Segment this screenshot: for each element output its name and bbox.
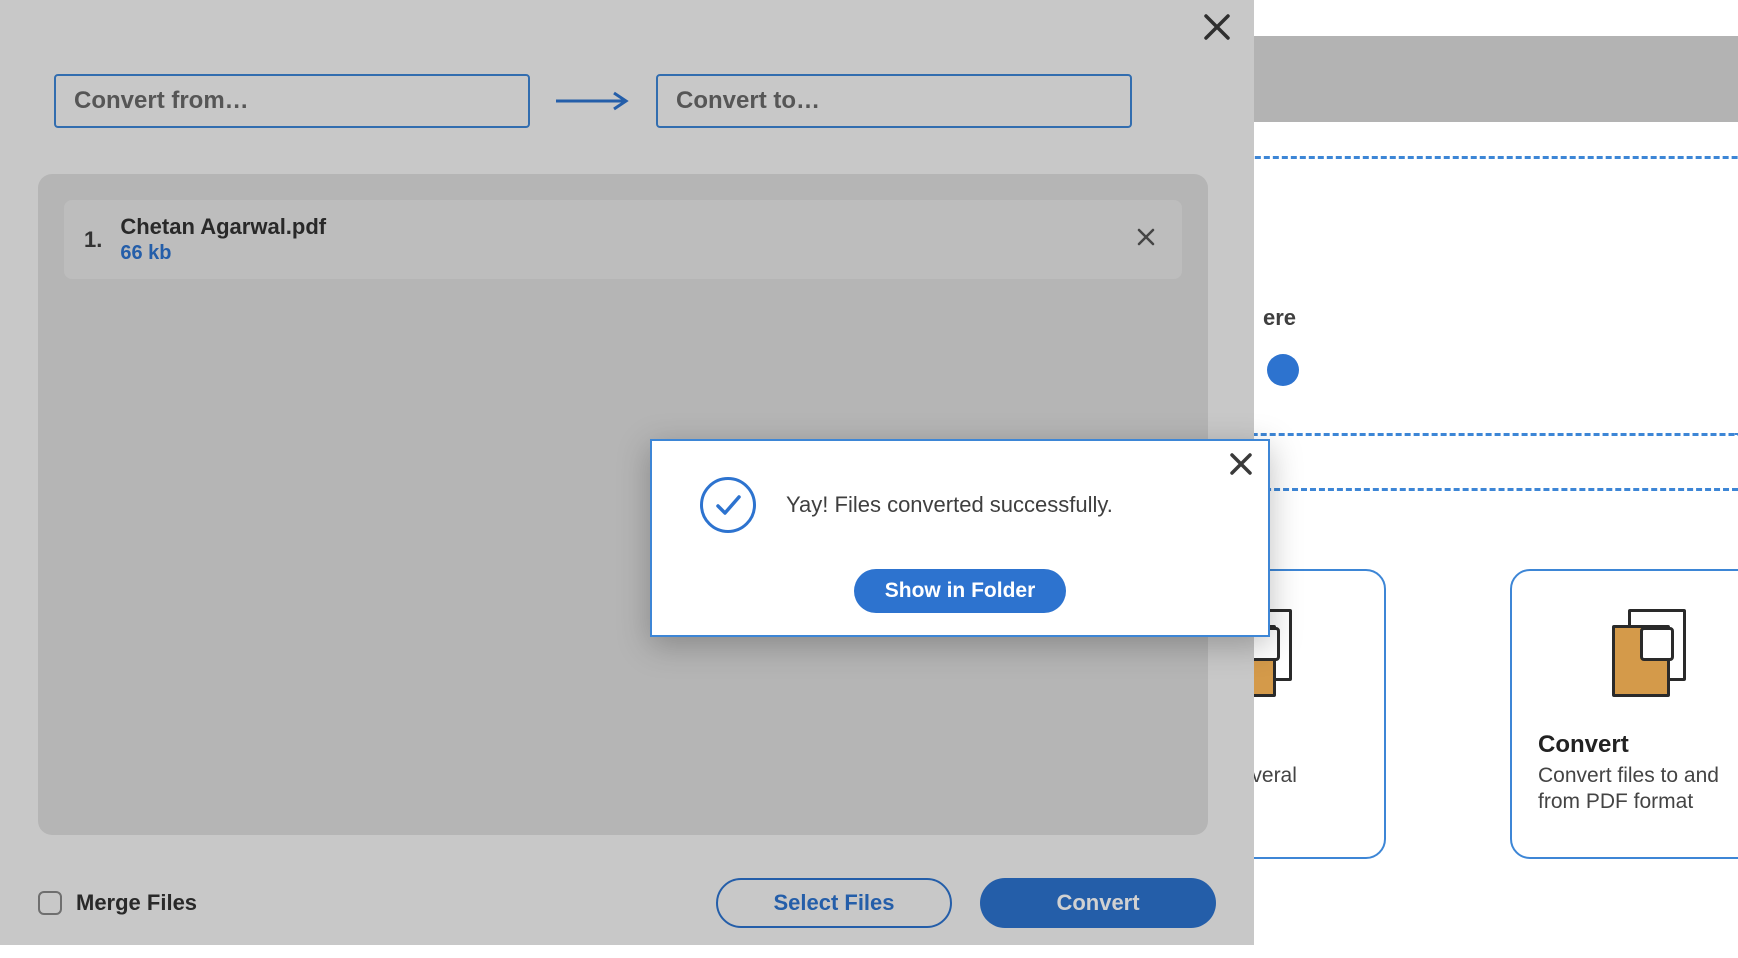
success-modal: Yay! Files converted successfully. Show … <box>650 439 1270 637</box>
convert-icon <box>1590 603 1700 713</box>
success-message: Yay! Files converted successfully. <box>786 492 1113 518</box>
tool-card-convert[interactable]: Convert Convert files to and from PDF fo… <box>1510 569 1738 859</box>
dropzone-action-circle <box>1267 354 1299 386</box>
close-icon <box>1228 451 1254 477</box>
tool-convert-title: Convert <box>1538 731 1738 759</box>
show-in-folder-label: Show in Folder <box>885 579 1036 603</box>
close-modal-button[interactable] <box>1228 451 1254 482</box>
dropzone-text-fragment: ere <box>1263 305 1296 331</box>
show-in-folder-button[interactable]: Show in Folder <box>854 569 1066 613</box>
tool-convert-desc: Convert files to and from PDF format <box>1538 763 1738 816</box>
check-circle-icon <box>700 477 756 533</box>
